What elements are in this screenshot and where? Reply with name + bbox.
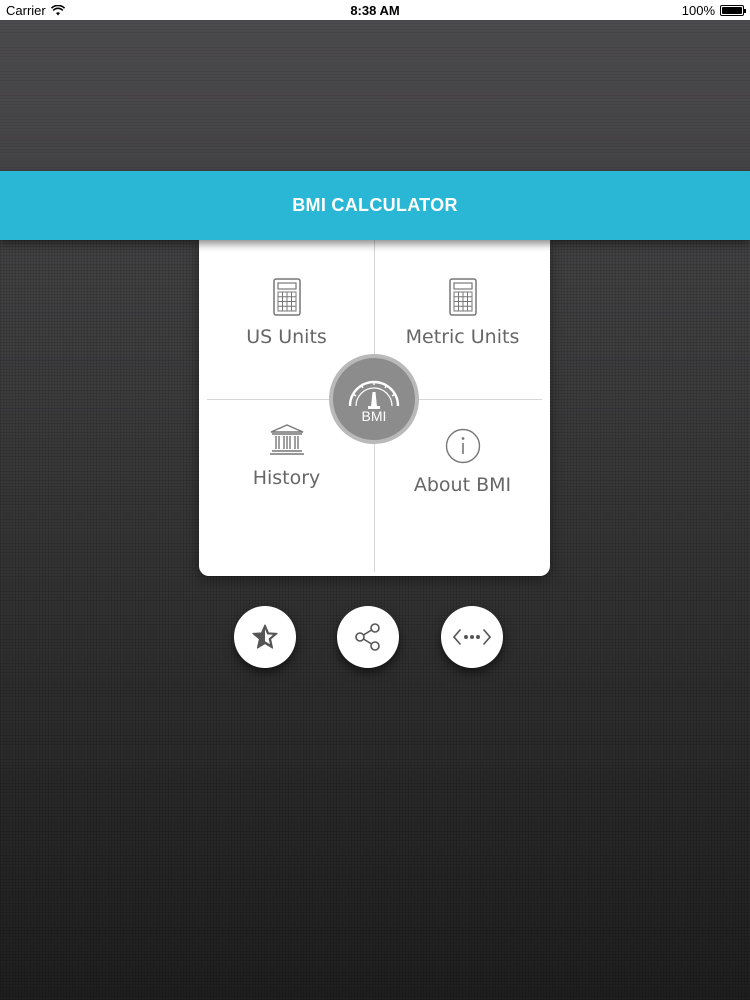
page-title: BMI CALCULATOR (292, 195, 458, 215)
share-icon (355, 623, 380, 651)
status-time: 8:38 AM (350, 3, 400, 18)
about-bmi-label: About BMI (413, 474, 512, 496)
status-right: 100% (681, 3, 746, 18)
metric-units-label: Metric Units (405, 326, 520, 348)
star-icon (252, 624, 278, 649)
calculator-icon (448, 278, 477, 316)
status-bar: Carrier 8:38 AM 100% (0, 0, 750, 20)
battery-icon (720, 5, 746, 16)
bank-building-icon (269, 424, 304, 455)
info-icon (445, 428, 480, 464)
history-label: History (252, 467, 321, 489)
rate-button[interactable] (234, 606, 296, 668)
title-bar: BMI CALCULATOR (0, 171, 750, 240)
top-band (0, 20, 750, 171)
about-bmi-button[interactable]: About BMI (375, 428, 550, 496)
metric-units-button[interactable]: Metric Units (375, 278, 550, 348)
us-units-label: US Units (246, 326, 327, 348)
calculator-icon (272, 278, 301, 316)
speedometer-icon (348, 380, 400, 409)
us-units-button[interactable]: US Units (199, 278, 374, 348)
bmi-badge: BMI (329, 354, 419, 444)
more-button[interactable] (441, 606, 503, 668)
share-button[interactable] (337, 606, 399, 668)
bmi-badge-label: BMI (361, 408, 387, 424)
menu-panel: US Units Metric Units History About BMI … (199, 240, 550, 576)
more-code-icon (452, 629, 492, 645)
battery-percent: 100% (681, 3, 715, 18)
